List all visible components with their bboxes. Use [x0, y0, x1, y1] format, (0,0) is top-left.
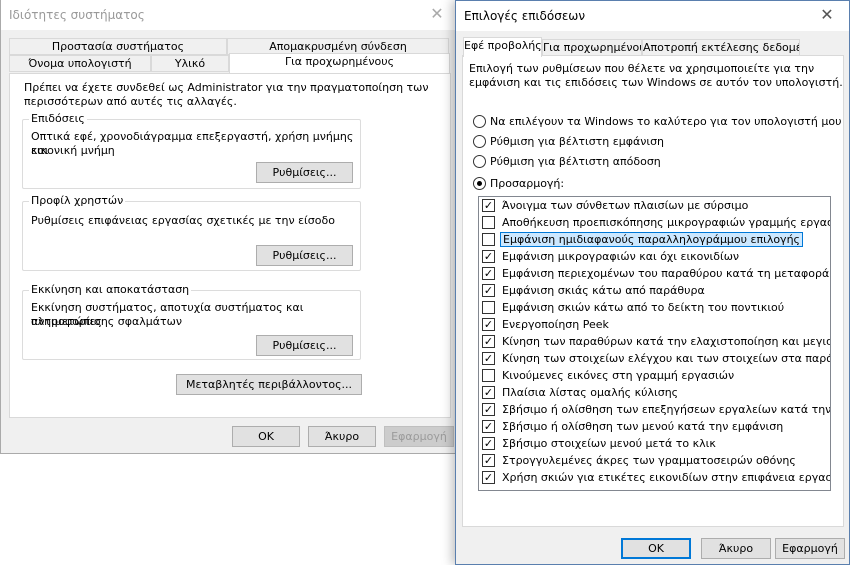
advanced-tab-panel: Πρέπει να έχετε συνδεθεί ως Administrato… — [9, 73, 451, 418]
startup-recovery-settings-button[interactable]: Ρυθμίσεις... — [256, 335, 353, 356]
checkbox-unchecked[interactable] — [482, 233, 495, 246]
checkbox-checked[interactable]: ✓ — [482, 284, 495, 297]
tab-advanced[interactable]: Για προχωρημένους — [229, 53, 450, 73]
visual-effects-list[interactable]: ✓ Άνοιγμα των σύνθετων πλαισίων με σύρσιμ… — [478, 196, 831, 491]
apply-button: Εφαρμογή — [384, 426, 454, 447]
effect-label: Άνοιγμα των σύνθετων πλαισίων με σύρσιμο — [502, 199, 749, 212]
radio-label: Προσαρμογή: — [490, 177, 565, 190]
effect-item[interactable]: ✓ Εμφάνιση σκιάς κάτω από παράθυρα — [482, 283, 830, 300]
tab-data-execution-prevention[interactable]: Αποτροπή εκτέλεσης δεδομένων — [642, 39, 800, 56]
checkbox-checked[interactable]: ✓ — [482, 471, 495, 484]
effect-label: Χρήση σκιών για ετικέτες εικονιδίων στην… — [502, 471, 831, 484]
effect-item[interactable]: ✓ Ενεργοποίηση Peek — [482, 317, 830, 334]
startup-recovery-group: Εκκίνηση και αποκατάσταση Εκκίνηση συστή… — [22, 283, 361, 360]
effect-label: Κινούμενες εικόνες στη γραμμή εργασιών — [502, 369, 735, 382]
ok-button[interactable]: ΟΚ — [621, 538, 691, 559]
cancel-button[interactable]: Άκυρο — [308, 426, 376, 447]
checkbox-checked[interactable]: ✓ — [482, 352, 495, 365]
checkbox-unchecked[interactable] — [482, 369, 495, 382]
tab-system-protection[interactable]: Προστασία συστήματος — [9, 38, 227, 55]
checkbox-checked[interactable]: ✓ — [482, 454, 495, 467]
effect-item[interactable]: Κινούμενες εικόνες στη γραμμή εργασιών — [482, 368, 830, 385]
effect-item[interactable]: ✓ Εμφάνιση περιεχομένων του παραθύρου κατ… — [482, 266, 830, 283]
effect-item[interactable]: Αποθήκευση προεπισκόπησης μικρογραφιών γ… — [482, 215, 831, 232]
effect-item[interactable]: ✓ Πλαίσια λίστας ομαλής κύλισης — [482, 385, 830, 402]
user-profiles-group: Προφίλ χρηστών Ρυθμίσεις επιφάνειας εργα… — [22, 194, 361, 271]
intro-line2: εμφάνιση και τις επιδόσεις των Windows σ… — [469, 76, 843, 89]
effect-label: Εμφάνιση περιεχομένων του παραθύρου κατά… — [502, 267, 830, 280]
startup-recovery-desc-line2: αντιμετώπισης σφαλμάτων — [31, 315, 182, 328]
performance-settings-button[interactable]: Ρυθμίσεις... — [256, 162, 353, 183]
effect-item[interactable]: ✓ Κίνηση των παραθύρων κατά την ελαχιστοπ… — [482, 334, 831, 351]
intro-line1: Επιλογή των ρυθμίσεων που θέλετε να χρησ… — [469, 62, 815, 75]
radio-circle — [473, 155, 486, 168]
effect-label: Σβήσιμο ή ολίσθηση των επεξηγήσεων εργαλ… — [502, 403, 831, 416]
radio-label: Ρύθμιση για βέλτιστη απόδοση — [490, 155, 661, 168]
environment-variables-button[interactable]: Μεταβλητές περιβάλλοντος... — [176, 374, 362, 395]
effect-label: Εμφάνιση σκιών κάτω από το δείκτη του πο… — [502, 301, 785, 314]
user-profiles-group-label: Προφίλ χρηστών — [29, 194, 126, 207]
effect-item[interactable]: ✓ Σβήσιμο στοιχείων μενού μετά το κλικ — [482, 436, 830, 453]
effect-item[interactable]: ✓ Κίνηση των στοιχείων ελέγχου και των στ… — [482, 351, 831, 368]
checkbox-checked[interactable]: ✓ — [482, 318, 495, 331]
window-title: Επιλογές επιδόσεων — [464, 9, 586, 23]
close-icon[interactable]: ✕ — [805, 1, 849, 31]
tab-visual-effects[interactable]: Εφέ προβολής — [463, 37, 542, 57]
effect-label: Κίνηση των παραθύρων κατά την ελαχιστοπο… — [502, 335, 831, 348]
performance-group: Επιδόσεις Οπτικά εφέ, χρονοδιάγραμμα επε… — [22, 112, 361, 189]
startup-recovery-group-label: Εκκίνηση και αποκατάσταση — [29, 283, 192, 296]
tab-advanced[interactable]: Για προχωρημένους — [542, 39, 642, 56]
checkbox-checked[interactable]: ✓ — [482, 250, 495, 263]
effect-item[interactable]: Εμφάνιση σκιών κάτω από το δείκτη του πο… — [482, 300, 830, 317]
effect-label: Ενεργοποίηση Peek — [502, 318, 609, 331]
user-profiles-settings-button[interactable]: Ρυθμίσεις... — [256, 245, 353, 266]
effect-item[interactable]: ✓ Άνοιγμα των σύνθετων πλαισίων με σύρσιμ… — [482, 198, 830, 215]
ok-button[interactable]: ΟΚ — [232, 426, 300, 447]
effect-label: Κίνηση των στοιχείων ελέγχου και των στο… — [502, 352, 831, 365]
cancel-button[interactable]: Άκυρο — [701, 538, 771, 559]
checkbox-unchecked[interactable] — [482, 301, 495, 314]
effect-item[interactable]: ✓ Χρήση σκιών για ετικέτες εικονιδίων στη… — [482, 470, 831, 487]
user-profiles-desc: Ρυθμίσεις επιφάνειας εργασίας σχετικές μ… — [31, 214, 335, 227]
effect-item[interactable]: ✓ Εμφάνιση μικρογραφιών και όχι εικονιδίω… — [482, 249, 830, 266]
performance-desc-line2: εικονική μνήμη — [31, 144, 115, 157]
effect-item[interactable]: ✓ Σβήσιμο ή ολίσθηση των μενού κατά την ε… — [482, 419, 830, 436]
performance-options-window: Επιλογές επιδόσεων ✕ Για προχωρημένους Α… — [455, 0, 850, 565]
admin-notice-line1: Πρέπει να έχετε συνδεθεί ως Administrato… — [24, 81, 429, 94]
effect-label: Στρογγυλεμένες άκρες των γραμματοσειρών … — [502, 454, 796, 467]
checkbox-checked[interactable]: ✓ — [482, 267, 495, 280]
radio-circle — [473, 115, 486, 128]
radio-circle — [473, 135, 486, 148]
close-icon[interactable]: ✕ — [415, 0, 459, 30]
window-title: Ιδιότητες συστήματος — [9, 8, 145, 22]
effect-label: Εμφάνιση ημιδιαφανούς παραλληλογράμμου ε… — [500, 232, 803, 247]
checkbox-checked[interactable]: ✓ — [482, 386, 495, 399]
effect-item[interactable]: ✓ Σβήσιμο ή ολίσθηση των επεξηγήσεων εργα… — [482, 402, 831, 419]
effect-item[interactable]: Εμφάνιση ημιδιαφανούς παραλληλογράμμου ε… — [482, 232, 830, 249]
effect-label: Εμφάνιση μικρογραφιών και όχι εικονιδίων — [502, 250, 740, 263]
performance-options-titlebar: Επιλογές επιδόσεων ✕ — [456, 1, 849, 31]
effect-label: Αποθήκευση προεπισκόπησης μικρογραφιών γ… — [502, 216, 831, 229]
radio-label: Ρύθμιση για βέλτιστη εμφάνιση — [490, 135, 665, 148]
checkbox-checked[interactable]: ✓ — [482, 403, 495, 416]
system-properties-window: Ιδιότητες συστήματος ✕ Προστασία συστήμα… — [0, 0, 460, 454]
checkbox-checked[interactable]: ✓ — [482, 335, 495, 348]
system-properties-titlebar: Ιδιότητες συστήματος ✕ — [1, 0, 459, 30]
effect-label: Σβήσιμο στοιχείων μενού μετά το κλικ — [502, 437, 716, 450]
checkbox-unchecked[interactable] — [482, 216, 495, 229]
radio-label: Να επιλέγουν τα Windows το καλύτερο για … — [490, 115, 842, 128]
tab-hardware[interactable]: Υλικό — [151, 55, 229, 72]
effect-label: Σβήσιμο ή ολίσθηση των μενού κατά την εμ… — [502, 420, 784, 433]
performance-group-label: Επιδόσεις — [29, 112, 87, 125]
checkbox-checked[interactable]: ✓ — [482, 199, 495, 212]
effect-item[interactable]: ✓ Στρογγυλεμένες άκρες των γραμματοσειρών… — [482, 453, 830, 470]
checkbox-checked[interactable]: ✓ — [482, 420, 495, 433]
radio-circle-selected — [473, 177, 486, 190]
effect-label: Εμφάνιση σκιάς κάτω από παράθυρα — [502, 284, 705, 297]
checkbox-checked[interactable]: ✓ — [482, 437, 495, 450]
effect-label: Πλαίσια λίστας ομαλής κύλισης — [502, 386, 679, 399]
apply-button[interactable]: Εφαρμογή — [775, 538, 845, 559]
tab-computer-name[interactable]: Όνομα υπολογιστή — [9, 55, 151, 72]
admin-notice-line2: περισσότερων από αυτές τις αλλαγές. — [24, 95, 237, 108]
